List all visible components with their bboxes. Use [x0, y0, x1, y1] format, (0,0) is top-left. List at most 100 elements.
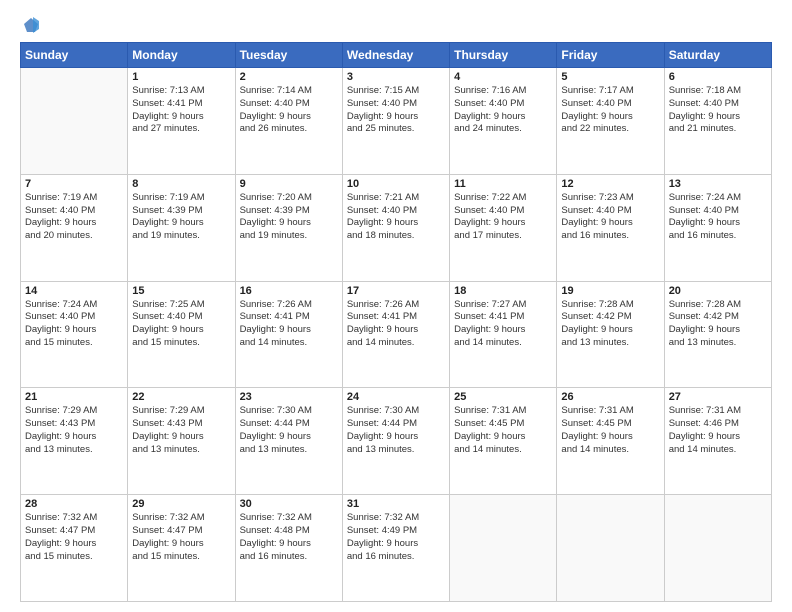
week-row-1: 1Sunrise: 7:13 AM Sunset: 4:41 PM Daylig…: [21, 68, 772, 175]
day-info: Sunrise: 7:28 AM Sunset: 4:42 PM Dayligh…: [561, 299, 659, 350]
day-number: 16: [240, 285, 338, 297]
day-number: 5: [561, 71, 659, 83]
day-info: Sunrise: 7:32 AM Sunset: 4:47 PM Dayligh…: [132, 512, 230, 563]
day-info: Sunrise: 7:23 AM Sunset: 4:40 PM Dayligh…: [561, 192, 659, 243]
calendar: SundayMondayTuesdayWednesdayThursdayFrid…: [20, 42, 772, 602]
day-number: 20: [669, 285, 767, 297]
day-info: Sunrise: 7:25 AM Sunset: 4:40 PM Dayligh…: [132, 299, 230, 350]
day-number: 11: [454, 178, 552, 190]
day-number: 28: [25, 498, 123, 510]
day-cell: [557, 495, 664, 602]
day-info: Sunrise: 7:17 AM Sunset: 4:40 PM Dayligh…: [561, 85, 659, 136]
day-info: Sunrise: 7:19 AM Sunset: 4:39 PM Dayligh…: [132, 192, 230, 243]
day-number: 8: [132, 178, 230, 190]
day-number: 31: [347, 498, 445, 510]
day-cell: 12 Sunrise: 7:23 AM Sunset: 4:40 PM Dayli…: [557, 174, 664, 281]
day-cell: 26 Sunrise: 7:31 AM Sunset: 4:45 PM Dayli…: [557, 388, 664, 495]
day-header-monday: Monday: [128, 43, 235, 68]
day-number: 24: [347, 391, 445, 403]
day-info: Sunrise: 7:18 AM Sunset: 4:40 PM Dayligh…: [669, 85, 767, 136]
day-number: 7: [25, 178, 123, 190]
day-info: Sunrise: 7:31 AM Sunset: 4:46 PM Dayligh…: [669, 405, 767, 456]
day-info: Sunrise: 7:14 AM Sunset: 4:40 PM Dayligh…: [240, 85, 338, 136]
week-row-3: 14 Sunrise: 7:24 AM Sunset: 4:40 PM Dayli…: [21, 281, 772, 388]
day-info: Sunrise: 7:27 AM Sunset: 4:41 PM Dayligh…: [454, 299, 552, 350]
day-cell: 6 Sunrise: 7:18 AM Sunset: 4:40 PM Daylig…: [664, 68, 771, 175]
day-cell: 16 Sunrise: 7:26 AM Sunset: 4:41 PM Dayli…: [235, 281, 342, 388]
day-cell: 28 Sunrise: 7:32 AM Sunset: 4:47 PM Dayli…: [21, 495, 128, 602]
day-number: 15: [132, 285, 230, 297]
day-cell: 27 Sunrise: 7:31 AM Sunset: 4:46 PM Dayli…: [664, 388, 771, 495]
day-number: 18: [454, 285, 552, 297]
logo-text: [20, 16, 40, 34]
day-info: Sunrise: 7:20 AM Sunset: 4:39 PM Dayligh…: [240, 192, 338, 243]
day-cell: 24 Sunrise: 7:30 AM Sunset: 4:44 PM Dayli…: [342, 388, 449, 495]
day-info: Sunrise: 7:24 AM Sunset: 4:40 PM Dayligh…: [25, 299, 123, 350]
day-cell: 3 Sunrise: 7:15 AM Sunset: 4:40 PM Daylig…: [342, 68, 449, 175]
day-number: 2: [240, 71, 338, 83]
week-row-2: 7Sunrise: 7:19 AM Sunset: 4:40 PM Daylig…: [21, 174, 772, 281]
day-info: Sunrise: 7:26 AM Sunset: 4:41 PM Dayligh…: [240, 299, 338, 350]
week-row-4: 21 Sunrise: 7:29 AM Sunset: 4:43 PM Dayli…: [21, 388, 772, 495]
day-info: Sunrise: 7:28 AM Sunset: 4:42 PM Dayligh…: [669, 299, 767, 350]
logo-icon: [22, 16, 40, 34]
day-number: 3: [347, 71, 445, 83]
day-info: Sunrise: 7:24 AM Sunset: 4:40 PM Dayligh…: [669, 192, 767, 243]
day-cell: 4 Sunrise: 7:16 AM Sunset: 4:40 PM Daylig…: [450, 68, 557, 175]
day-number: 17: [347, 285, 445, 297]
day-number: 30: [240, 498, 338, 510]
day-cell: 19Sunrise: 7:28 AM Sunset: 4:42 PM Dayli…: [557, 281, 664, 388]
day-info: Sunrise: 7:21 AM Sunset: 4:40 PM Dayligh…: [347, 192, 445, 243]
day-header-wednesday: Wednesday: [342, 43, 449, 68]
day-info: Sunrise: 7:26 AM Sunset: 4:41 PM Dayligh…: [347, 299, 445, 350]
logo: [20, 16, 40, 34]
day-number: 9: [240, 178, 338, 190]
day-number: 22: [132, 391, 230, 403]
day-info: Sunrise: 7:15 AM Sunset: 4:40 PM Dayligh…: [347, 85, 445, 136]
week-row-5: 28 Sunrise: 7:32 AM Sunset: 4:47 PM Dayli…: [21, 495, 772, 602]
day-info: Sunrise: 7:30 AM Sunset: 4:44 PM Dayligh…: [347, 405, 445, 456]
day-number: 13: [669, 178, 767, 190]
day-cell: [450, 495, 557, 602]
day-cell: 29Sunrise: 7:32 AM Sunset: 4:47 PM Dayli…: [128, 495, 235, 602]
day-cell: 15 Sunrise: 7:25 AM Sunset: 4:40 PM Dayli…: [128, 281, 235, 388]
day-header-thursday: Thursday: [450, 43, 557, 68]
day-info: Sunrise: 7:16 AM Sunset: 4:40 PM Dayligh…: [454, 85, 552, 136]
day-cell: 9 Sunrise: 7:20 AM Sunset: 4:39 PM Daylig…: [235, 174, 342, 281]
page: SundayMondayTuesdayWednesdayThursdayFrid…: [0, 0, 792, 612]
day-cell: 30 Sunrise: 7:32 AM Sunset: 4:48 PM Dayli…: [235, 495, 342, 602]
day-header-friday: Friday: [557, 43, 664, 68]
day-info: Sunrise: 7:31 AM Sunset: 4:45 PM Dayligh…: [561, 405, 659, 456]
day-cell: 20 Sunrise: 7:28 AM Sunset: 4:42 PM Dayli…: [664, 281, 771, 388]
day-number: 4: [454, 71, 552, 83]
day-cell: 2 Sunrise: 7:14 AM Sunset: 4:40 PM Daylig…: [235, 68, 342, 175]
day-number: 21: [25, 391, 123, 403]
day-info: Sunrise: 7:13 AM Sunset: 4:41 PM Dayligh…: [132, 85, 230, 136]
day-cell: 5 Sunrise: 7:17 AM Sunset: 4:40 PM Daylig…: [557, 68, 664, 175]
day-number: 26: [561, 391, 659, 403]
day-number: 14: [25, 285, 123, 297]
day-number: 27: [669, 391, 767, 403]
day-info: Sunrise: 7:32 AM Sunset: 4:49 PM Dayligh…: [347, 512, 445, 563]
day-header-saturday: Saturday: [664, 43, 771, 68]
day-cell: 7Sunrise: 7:19 AM Sunset: 4:40 PM Daylig…: [21, 174, 128, 281]
day-number: 25: [454, 391, 552, 403]
day-number: 6: [669, 71, 767, 83]
day-cell: [21, 68, 128, 175]
day-info: Sunrise: 7:32 AM Sunset: 4:48 PM Dayligh…: [240, 512, 338, 563]
day-cell: 23 Sunrise: 7:30 AM Sunset: 4:44 PM Dayli…: [235, 388, 342, 495]
day-cell: 21 Sunrise: 7:29 AM Sunset: 4:43 PM Dayli…: [21, 388, 128, 495]
day-cell: 13 Sunrise: 7:24 AM Sunset: 4:40 PM Dayli…: [664, 174, 771, 281]
day-cell: 1Sunrise: 7:13 AM Sunset: 4:41 PM Daylig…: [128, 68, 235, 175]
day-cell: 22Sunrise: 7:29 AM Sunset: 4:43 PM Dayli…: [128, 388, 235, 495]
day-cell: 18 Sunrise: 7:27 AM Sunset: 4:41 PM Dayli…: [450, 281, 557, 388]
day-info: Sunrise: 7:30 AM Sunset: 4:44 PM Dayligh…: [240, 405, 338, 456]
day-header-tuesday: Tuesday: [235, 43, 342, 68]
day-number: 23: [240, 391, 338, 403]
day-number: 12: [561, 178, 659, 190]
day-cell: 31 Sunrise: 7:32 AM Sunset: 4:49 PM Dayli…: [342, 495, 449, 602]
day-header-sunday: Sunday: [21, 43, 128, 68]
day-cell: 25Sunrise: 7:31 AM Sunset: 4:45 PM Dayli…: [450, 388, 557, 495]
day-info: Sunrise: 7:32 AM Sunset: 4:47 PM Dayligh…: [25, 512, 123, 563]
day-info: Sunrise: 7:29 AM Sunset: 4:43 PM Dayligh…: [25, 405, 123, 456]
